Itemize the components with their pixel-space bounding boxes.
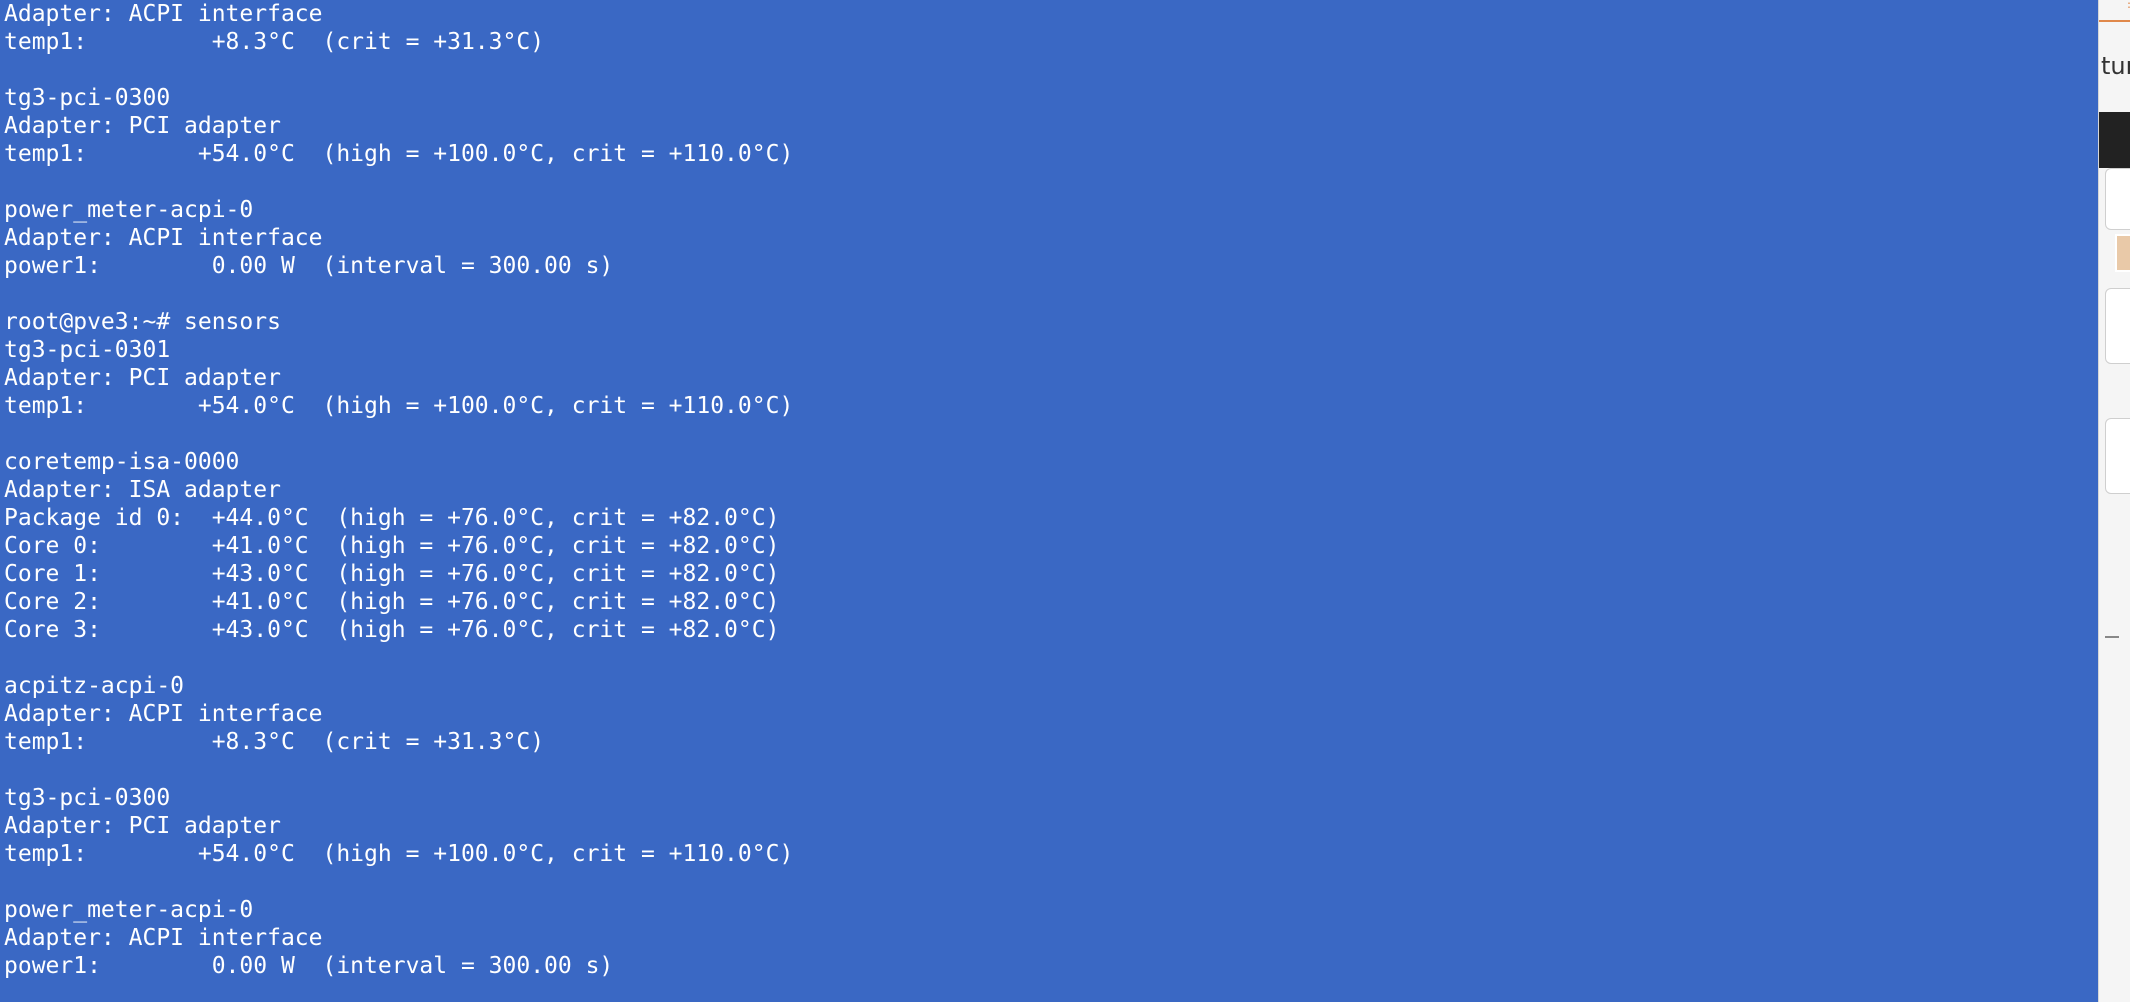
partial-window-text: tura [2101,52,2130,80]
terminal-output[interactable]: Adapter: ACPI interface temp1: +8.3°C (cr… [4,0,793,980]
terminal-line: temp1: +54.0°C (high = +100.0°C, crit = … [4,393,794,419]
window-accent-line [2099,20,2130,22]
terminal-line: Core 2: +41.0°C (high = +76.0°C, crit = … [4,589,780,615]
terminal-line: tg3-pci-0301 [4,337,171,363]
terminal-line: tg3-pci-0300 [4,85,171,111]
terminal-line: Adapter: PCI adapter [4,813,281,839]
window-toolbar [2099,112,2130,272]
terminal-line: Adapter: ISA adapter [4,477,281,503]
more-options-icon[interactable]: ⋮ [2123,0,2130,12]
terminal-line: coretemp-isa-0000 [4,449,240,475]
terminal-line: Core 0: +41.0°C (high = +76.0°C, crit = … [4,533,780,559]
terminal-line: Core 1: +43.0°C (high = +76.0°C, crit = … [4,561,780,587]
terminal-line: temp1: +54.0°C (high = +100.0°C, crit = … [4,841,794,867]
terminal-line: Core 3: +43.0°C (high = +76.0°C, crit = … [4,617,780,643]
terminal-line: power1: 0.00 W (interval = 300.00 s) [4,953,614,979]
terminal-line: power1: 0.00 W (interval = 300.00 s) [4,253,614,279]
terminal-line: temp1: +54.0°C (high = +100.0°C, crit = … [4,141,794,167]
terminal-line: Adapter: PCI adapter [4,365,281,391]
terminal-line: Adapter: ACPI interface [4,1,323,27]
terminal-line: power_meter-acpi-0 [4,897,254,923]
terminal-line: Adapter: ACPI interface [4,225,323,251]
terminal-line: root@pve3:~# sensors [4,309,281,335]
divider [2105,636,2119,638]
terminal-line: tg3-pci-0300 [4,785,171,811]
terminal-window[interactable]: Adapter: ACPI interface temp1: +8.3°C (cr… [0,0,2098,1002]
terminal-line: power_meter-acpi-0 [4,197,254,223]
background-app-window[interactable]: ⋮ tura [2098,0,2130,1002]
terminal-line: Package id 0: +44.0°C (high = +76.0°C, c… [4,505,780,531]
avatar[interactable] [2115,234,2130,272]
terminal-line: Adapter: ACPI interface [4,701,323,727]
window-panel[interactable] [2105,168,2130,230]
terminal-line: temp1: +8.3°C (crit = +31.3°C) [4,29,545,55]
window-panel[interactable] [2105,288,2130,364]
terminal-line: acpitz-acpi-0 [4,673,185,699]
terminal-line: Adapter: ACPI interface [4,925,323,951]
terminal-line: Adapter: PCI adapter [4,113,281,139]
terminal-line: temp1: +8.3°C (crit = +31.3°C) [4,729,545,755]
window-panel[interactable] [2105,418,2130,494]
